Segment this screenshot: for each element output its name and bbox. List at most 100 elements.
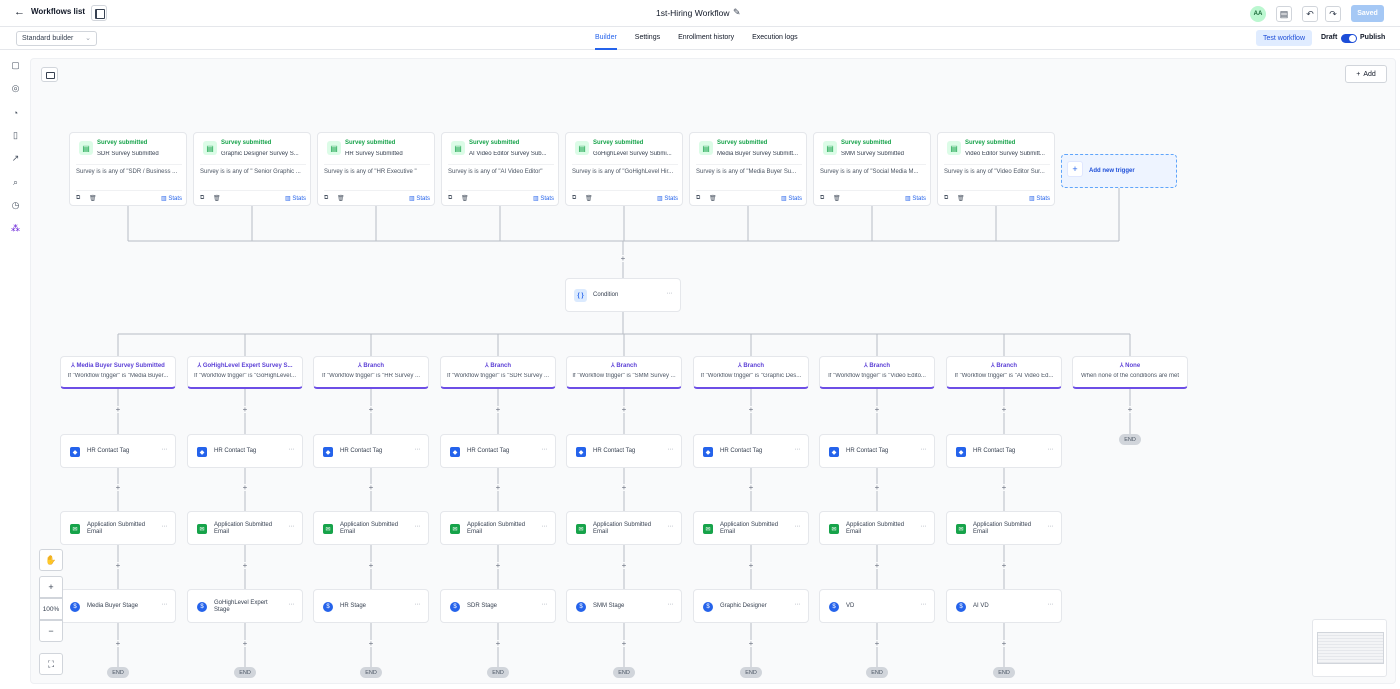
copy-icon[interactable]: ⧉ [820,195,824,202]
copy-icon[interactable]: ⧉ [944,195,948,202]
add-step-button[interactable]: + [747,405,755,413]
tab-builder[interactable]: Builder [595,27,617,50]
add-step-button[interactable]: + [620,561,628,569]
sidebar-toggle-button[interactable] [91,5,107,21]
delete-icon[interactable]: 🗑 [833,195,841,202]
branch-node[interactable]: ⅄ Branch If "Workflow trigger" is "HR Sur… [313,356,429,389]
trigger-card[interactable]: ▤ Survey submitted AI Video Editor Survey … [441,132,559,206]
stage-action[interactable]: $ SDR Stage ··· [440,589,556,623]
add-step-button[interactable]: + [873,405,881,413]
add-step-button[interactable]: + [114,639,122,647]
copy-icon[interactable]: ⧉ [76,195,80,202]
stage-action[interactable]: $ HR Stage ··· [313,589,429,623]
hr-contact-tag-action[interactable]: ◆ HR Contact Tag ··· [693,434,809,468]
condition-node[interactable]: { } Condition ··· [565,278,681,312]
add-step-button[interactable]: + [873,561,881,569]
tab-execution-logs[interactable]: Execution logs [752,27,798,50]
stage-action[interactable]: $ AI VD ··· [946,589,1062,623]
delete-icon[interactable]: 🗑 [213,195,221,202]
add-step-button[interactable]: + [367,639,375,647]
stats-link[interactable]: ▥ Stats [781,195,802,202]
trigger-card[interactable]: ▤ Survey submitted HR Survey Submitted Surv… [317,132,435,206]
redo-icon[interactable]: ↷ [1325,6,1341,22]
workflow-icon[interactable]: ⁂ [10,223,21,234]
add-step-button[interactable]: + [241,561,249,569]
external-link-icon[interactable]: ↗ [10,153,21,164]
workflow-title[interactable]: 1st-Hiring Workflow [656,8,730,18]
add-step-button[interactable]: + [494,483,502,491]
minimap[interactable] [1312,619,1387,677]
copy-icon[interactable]: ⧉ [324,195,328,202]
fit-view-icon[interactable]: ⛶ [39,653,63,675]
search-icon[interactable]: ⌕ [10,177,21,188]
copy-icon[interactable]: ⧉ [572,195,576,202]
stats-link[interactable]: ▥ Stats [285,195,306,202]
add-step-button[interactable]: + [367,483,375,491]
test-workflow-button[interactable]: Test workflow [1256,30,1312,46]
add-step-button[interactable]: + [494,405,502,413]
add-step-button[interactable]: + [114,405,122,413]
hr-contact-tag-action[interactable]: ◆ HR Contact Tag ··· [566,434,682,468]
delete-icon[interactable]: 🗑 [585,195,593,202]
email-action[interactable]: ✉ Application Submitted Email ··· [946,511,1062,545]
tab-enrollment-history[interactable]: Enrollment history [678,27,734,50]
add-step-button[interactable]: + [114,561,122,569]
hr-contact-tag-action[interactable]: ◆ HR Contact Tag ··· [946,434,1062,468]
add-step-button[interactable]: + [1000,561,1008,569]
email-action[interactable]: ✉ Application Submitted Email ··· [60,511,176,545]
hr-contact-tag-action[interactable]: ◆ HR Contact Tag ··· [313,434,429,468]
add-step-button[interactable]: + [241,405,249,413]
trigger-card[interactable]: ▤ Survey submitted SDR Survey Submitted Sur… [69,132,187,206]
trigger-card[interactable]: ▤ Survey submitted Video Editor Survey Sub… [937,132,1055,206]
add-step-button[interactable]: + [1126,405,1134,413]
branch-node[interactable]: ⅄ Branch If "Workflow trigger" is "SDR Su… [440,356,556,389]
builder-select[interactable]: Standard builder ⌄ [16,31,97,46]
branch-node[interactable]: ⅄ GoHighLevel Expert Survey S... If "Work… [187,356,303,389]
stats-link[interactable]: ▥ Stats [905,195,926,202]
add-step-button[interactable]: + [747,561,755,569]
branch-node[interactable]: ⅄ Branch If "Workflow trigger" is "Graphi… [693,356,809,389]
add-step-button[interactable]: + [241,483,249,491]
add-step-button[interactable]: + [620,639,628,647]
stage-action[interactable]: $ VD ··· [819,589,935,623]
edit-pencil-icon[interactable]: ✎ [733,7,741,18]
email-action[interactable]: ✉ Application Submitted Email ··· [693,511,809,545]
add-step-button[interactable]: + [619,254,627,262]
stats-link[interactable]: ▥ Stats [1029,195,1050,202]
save-button[interactable]: Saved [1351,5,1384,22]
branch-node[interactable]: ⅄ Branch If "Workflow trigger" is "AI Vid… [946,356,1062,389]
delete-icon[interactable]: 🗑 [89,195,97,202]
comment-icon[interactable]: ▢ [10,60,21,71]
delete-icon[interactable]: 🗑 [957,195,965,202]
publish-toggle[interactable] [1341,34,1357,43]
trigger-card[interactable]: ▤ Survey submitted Graphic Designer Survey… [193,132,311,206]
delete-icon[interactable]: 🗑 [709,195,717,202]
email-action[interactable]: ✉ Application Submitted Email ··· [313,511,429,545]
add-step-button[interactable]: + [873,483,881,491]
add-step-button[interactable]: + [747,639,755,647]
hr-contact-tag-action[interactable]: ◆ HR Contact Tag ··· [187,434,303,468]
add-step-button[interactable]: + [620,405,628,413]
hr-contact-tag-action[interactable]: ◆ HR Contact Tag ··· [440,434,556,468]
zoom-out-button[interactable]: − [39,620,63,642]
add-step-button[interactable]: + [1000,639,1008,647]
email-action[interactable]: ✉ Application Submitted Email ··· [819,511,935,545]
email-action[interactable]: ✉ Application Submitted Email ··· [187,511,303,545]
add-step-button[interactable]: + [873,639,881,647]
zoom-in-button[interactable]: + [39,576,63,598]
trigger-card[interactable]: ▤ Survey submitted SMM Survey Submitted Sur… [813,132,931,206]
hr-contact-tag-action[interactable]: ◆ HR Contact Tag ··· [60,434,176,468]
delete-icon[interactable]: 🗑 [337,195,345,202]
add-step-button[interactable]: + [494,639,502,647]
back-to-workflows-link[interactable]: ← Workflows list [14,6,85,17]
add-step-button[interactable]: + [494,561,502,569]
add-step-button[interactable]: + [241,639,249,647]
stage-action[interactable]: $ GoHighLevel Expert Stage ··· [187,589,303,623]
branch-node[interactable]: ⅄ Media Buyer Survey Submitted If "Workfl… [60,356,176,389]
stats-link[interactable]: ▥ Stats [161,195,182,202]
branch-node[interactable]: ⅄ None When none of the conditions are me… [1072,356,1188,389]
notes-icon[interactable]: ▤ [1276,6,1292,22]
email-action[interactable]: ✉ Application Submitted Email ··· [440,511,556,545]
stage-action[interactable]: $ SMM Stage ··· [566,589,682,623]
add-step-button[interactable]: + [367,561,375,569]
